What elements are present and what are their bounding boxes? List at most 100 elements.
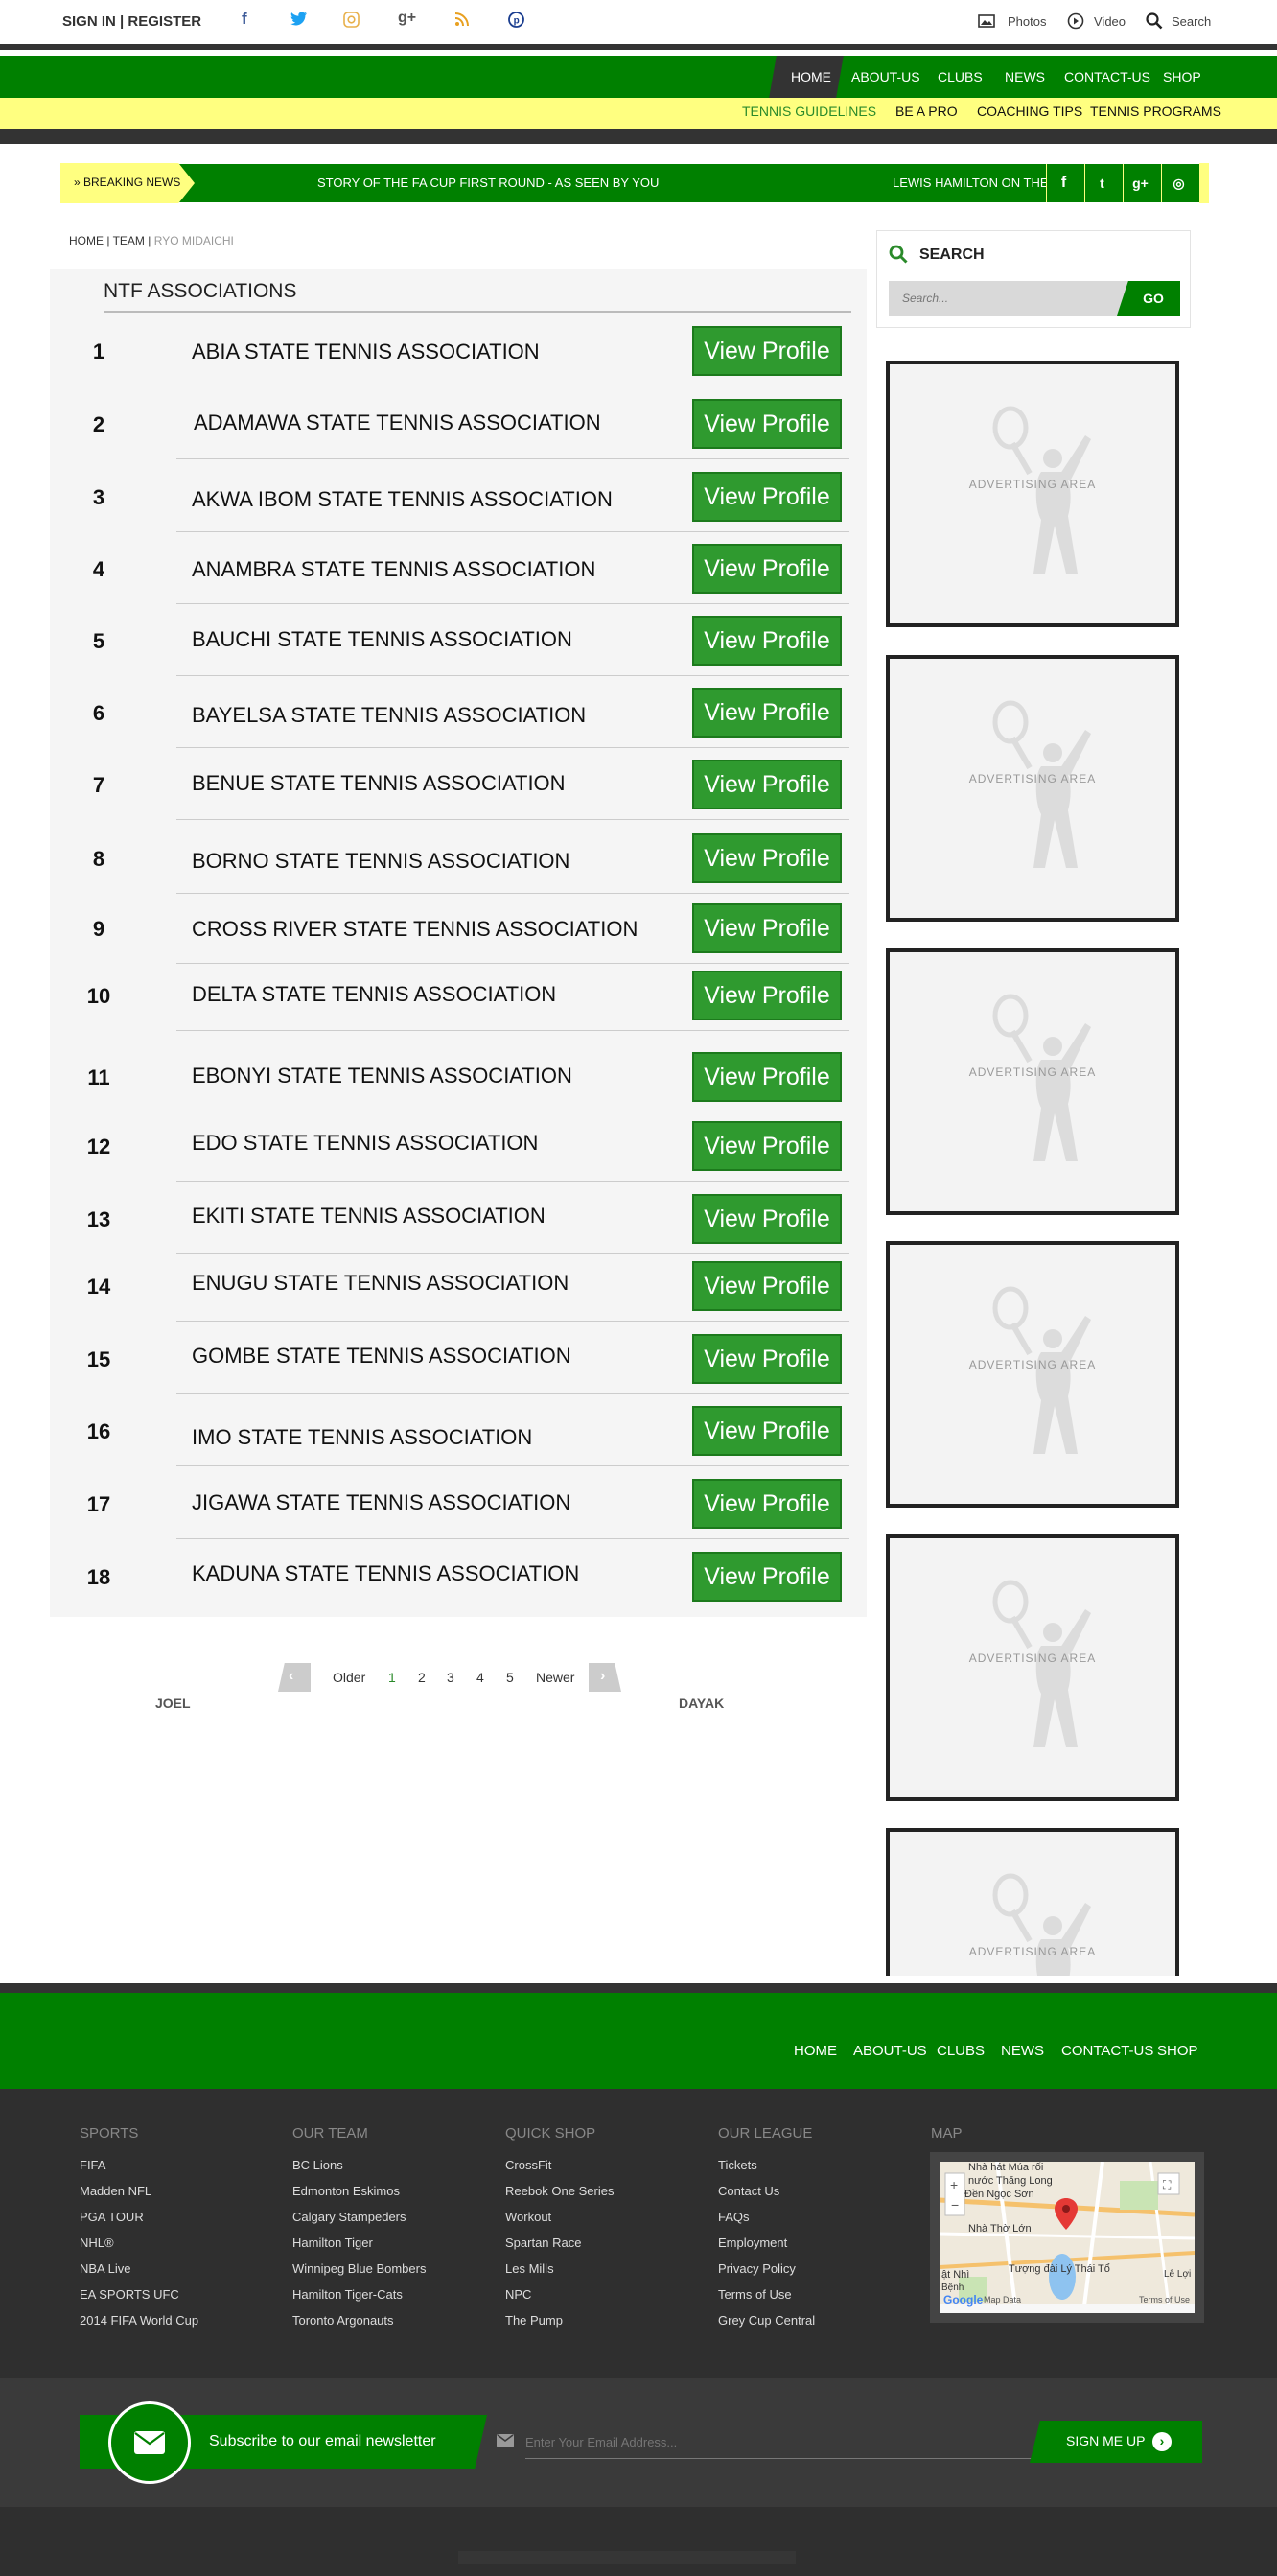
footer-nav-contact-us[interactable]: CONTACT-US (1061, 2043, 1153, 2059)
instagram-icon[interactable] (343, 12, 360, 33)
advertising-area[interactable]: ADVERTISING AREA (886, 1241, 1179, 1508)
twitter-icon[interactable]: t (1084, 164, 1119, 202)
footer-link[interactable]: Madden NFL (80, 2184, 151, 2198)
advertising-area[interactable]: ADVERTISING AREA (886, 1534, 1179, 1801)
footer-link[interactable]: Toronto Argonauts (292, 2313, 394, 2328)
pinterest-icon[interactable]: p (508, 12, 524, 33)
view-profile-button[interactable]: View Profile (692, 1334, 842, 1384)
prev-post-name[interactable]: JOEL (155, 1696, 191, 1711)
view-profile-button[interactable]: View Profile (692, 1261, 842, 1311)
view-profile-button[interactable]: View Profile (692, 472, 842, 522)
footer-link[interactable]: FAQs (718, 2210, 750, 2224)
twitter-icon[interactable] (290, 12, 308, 31)
footer-link[interactable]: NPC (505, 2287, 531, 2302)
footer-link[interactable]: EA SPORTS UFC (80, 2287, 179, 2302)
footer-link[interactable]: Calgary Stampeders (292, 2210, 406, 2224)
nav-item-clubs[interactable]: CLUBS (938, 69, 983, 84)
photos-icon[interactable] (978, 14, 995, 33)
view-profile-button[interactable]: View Profile (692, 399, 842, 449)
pagination-newer[interactable]: Newer (536, 1670, 574, 1685)
video-icon[interactable] (1067, 12, 1084, 35)
footer-link[interactable]: Tickets (718, 2158, 757, 2172)
facebook-icon[interactable]: f (242, 10, 247, 29)
view-profile-button[interactable]: View Profile (692, 1052, 842, 1102)
footer-link[interactable]: CrossFit (505, 2158, 551, 2172)
newsletter-signup-button[interactable]: SIGN ME UP › (1030, 2421, 1202, 2463)
footer-link[interactable]: Les Mills (505, 2261, 554, 2276)
next-post-name[interactable]: DAYAK (679, 1696, 724, 1711)
view-profile-button[interactable]: View Profile (692, 688, 842, 738)
pagination-older-arrow[interactable]: ‹ (278, 1663, 311, 1692)
search-link[interactable]: Search (1172, 14, 1211, 29)
pagination-page-1[interactable]: 1 (388, 1670, 396, 1685)
facebook-icon[interactable]: f (1046, 164, 1080, 202)
breadcrumb-team[interactable]: TEAM (113, 234, 145, 247)
advertising-area[interactable]: ADVERTISING AREA (886, 655, 1179, 922)
pagination-page-2[interactable]: 2 (418, 1670, 426, 1685)
footer-link[interactable]: Hamilton Tiger-Cats (292, 2287, 403, 2302)
pagination-older[interactable]: Older (333, 1670, 365, 1685)
view-profile-button[interactable]: View Profile (692, 1406, 842, 1456)
breadcrumb-home[interactable]: HOME (69, 234, 104, 247)
footer-link[interactable]: Spartan Race (505, 2236, 582, 2250)
pagination-page-5[interactable]: 5 (506, 1670, 514, 1685)
nav-item-contact-us[interactable]: CONTACT-US (1064, 69, 1150, 84)
view-profile-button[interactable]: View Profile (692, 616, 842, 666)
view-profile-button[interactable]: View Profile (692, 544, 842, 594)
footer-link[interactable]: Edmonton Eskimos (292, 2184, 400, 2198)
footer-nav-about-us[interactable]: ABOUT-US (853, 2043, 927, 2059)
footer-link[interactable]: Winnipeg Blue Bombers (292, 2261, 426, 2276)
rss-icon[interactable] (454, 12, 470, 32)
nav-item-home[interactable]: HOME (791, 69, 831, 84)
footer-nav-shop[interactable]: SHOP (1157, 2043, 1198, 2059)
footer-link[interactable]: NHL® (80, 2236, 114, 2250)
breaking-story-1[interactable]: STORY OF THE FA CUP FIRST ROUND - AS SEE… (317, 176, 659, 190)
footer-link[interactable]: Terms of Use (718, 2287, 792, 2302)
footer-nav-home[interactable]: HOME (794, 2043, 837, 2059)
search-input[interactable] (889, 281, 1128, 316)
instagram-icon[interactable]: ◎ (1161, 164, 1196, 202)
google-plus-icon[interactable]: g+ (1123, 164, 1157, 202)
nav-item-about-us[interactable]: ABOUT-US (851, 69, 920, 84)
pagination-page-4[interactable]: 4 (476, 1670, 484, 1685)
subnav-be-a-pro[interactable]: BE A PRO (895, 104, 958, 119)
view-profile-button[interactable]: View Profile (692, 1552, 842, 1602)
advertising-area[interactable]: ADVERTISING AREA (886, 948, 1179, 1215)
advertising-area[interactable]: ADVERTISING AREA (886, 1828, 1179, 2041)
footer-link[interactable]: Grey Cup Central (718, 2313, 815, 2328)
footer-link[interactable]: NBA Live (80, 2261, 130, 2276)
view-profile-button[interactable]: View Profile (692, 760, 842, 809)
footer-link[interactable]: Workout (505, 2210, 551, 2224)
subnav-coaching-tips[interactable]: COACHING TIPS (977, 104, 1082, 119)
photos-link[interactable]: Photos (1008, 14, 1046, 29)
footer-link[interactable]: 2014 FIFA World Cup (80, 2313, 198, 2328)
footer-nav-news[interactable]: NEWS (1001, 2043, 1044, 2059)
newsletter-email-input[interactable] (525, 2426, 1032, 2459)
view-profile-button[interactable]: View Profile (692, 971, 842, 1020)
nav-item-news[interactable]: NEWS (1005, 69, 1045, 84)
view-profile-button[interactable]: View Profile (692, 1194, 842, 1244)
subnav-tennis-programs[interactable]: TENNIS PROGRAMS (1090, 104, 1221, 119)
pagination-newer-arrow[interactable]: › (589, 1663, 621, 1692)
register-link[interactable]: REGISTER (128, 13, 201, 30)
view-profile-button[interactable]: View Profile (692, 326, 842, 376)
footer-link[interactable]: BC Lions (292, 2158, 343, 2172)
map-widget[interactable]: + − ⛶ Nhà hát Múa rối nước Thăng Long Đề… (930, 2152, 1204, 2323)
footer-link[interactable]: Reebok One Series (505, 2184, 614, 2198)
footer-link[interactable]: FIFA (80, 2158, 105, 2172)
google-plus-icon[interactable]: g+ (398, 10, 416, 27)
footer-link[interactable]: PGA TOUR (80, 2210, 144, 2224)
view-profile-button[interactable]: View Profile (692, 833, 842, 883)
sign-in-link[interactable]: SIGN IN (62, 13, 116, 30)
view-profile-button[interactable]: View Profile (692, 1479, 842, 1529)
video-link[interactable]: Video (1094, 14, 1126, 29)
footer-nav-clubs[interactable]: CLUBS (937, 2043, 985, 2059)
view-profile-button[interactable]: View Profile (692, 903, 842, 953)
view-profile-button[interactable]: View Profile (692, 1121, 842, 1171)
footer-link[interactable]: The Pump (505, 2313, 563, 2328)
footer-link[interactable]: Privacy Policy (718, 2261, 796, 2276)
nav-item-shop[interactable]: SHOP (1163, 69, 1201, 84)
advertising-area[interactable]: ADVERTISING AREA (886, 361, 1179, 627)
footer-link[interactable]: Hamilton Tiger (292, 2236, 373, 2250)
subnav-tennis-guidelines[interactable]: TENNIS GUIDELINES (742, 104, 876, 119)
